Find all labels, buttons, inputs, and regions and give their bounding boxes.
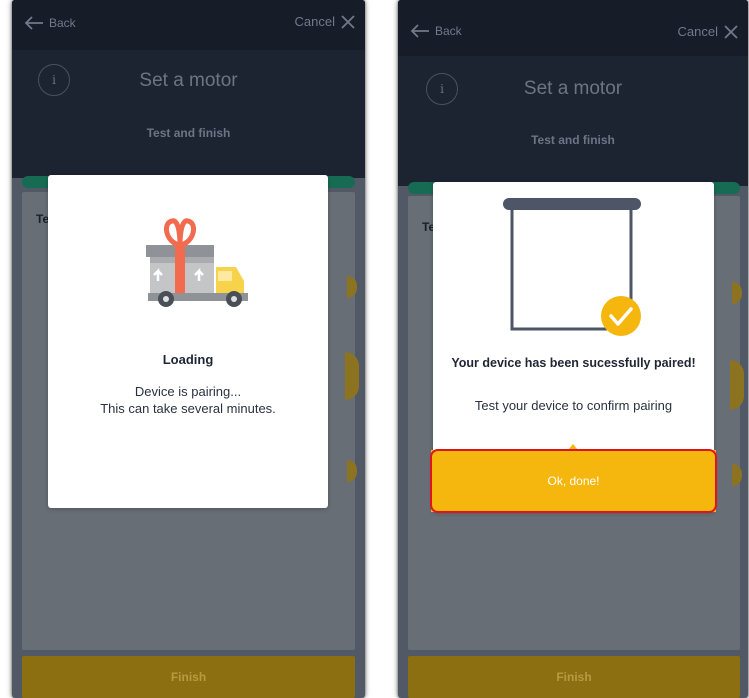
arrow-left-icon [410, 24, 429, 38]
back-label: Back [49, 16, 76, 30]
page-subtitle: Test and finish [146, 126, 231, 140]
cancel-label: Cancel [677, 24, 718, 39]
phone-screen-paired: Back Cancel i Set a motor Test and finis… [398, 0, 748, 698]
finish-button[interactable]: Finish [408, 656, 740, 698]
page-subtitle: Test and finish [531, 133, 615, 147]
back-button[interactable]: Back [24, 16, 76, 30]
control-knob-up[interactable] [347, 276, 357, 298]
paired-message: Test your device to confirm pairing [474, 398, 673, 413]
paired-title: Your device has been sucessfully paired! [451, 356, 696, 370]
app-header: Back Cancel i Set a motor Test and finis… [398, 0, 748, 186]
delivery-truck-gift-icon [146, 218, 248, 307]
loading-line-1: Device is pairing... [134, 384, 242, 399]
page-title: Set a motor [139, 70, 238, 91]
back-button[interactable]: Back [410, 24, 462, 38]
control-knob-down[interactable] [347, 460, 357, 482]
app-header: Back Cancel i Set a motor Test and finis… [12, 0, 365, 178]
cancel-button[interactable]: Cancel [295, 14, 355, 29]
arrow-left-icon [24, 16, 43, 30]
top-bar: Back Cancel [12, 0, 365, 50]
control-knob-stop[interactable] [345, 352, 359, 400]
close-icon [724, 24, 738, 39]
highlight-annotation-box [430, 449, 717, 513]
cancel-label: Cancel [294, 14, 335, 29]
loading-line-2: This can take several minutes. [100, 400, 276, 416]
roller-shade-check-icon [503, 198, 641, 336]
control-knob-stop[interactable] [730, 360, 744, 410]
close-icon [341, 14, 355, 29]
loading-title: Loading [162, 352, 214, 367]
cancel-button[interactable]: Cancel [678, 24, 738, 39]
control-knob-down[interactable] [732, 464, 742, 486]
loading-message: Device is pairing... This can take sever… [48, 384, 328, 418]
top-bar: Back Cancel [398, 0, 748, 56]
finish-button[interactable]: Finish [22, 656, 355, 698]
loading-modal: Loading Device is pairing... This can ta… [48, 175, 328, 508]
back-label: Back [435, 24, 462, 38]
phone-screen-loading: Back Cancel i Set a motor Test and finis… [12, 0, 365, 698]
screenshot-stage: Back Cancel i Set a motor Test and finis… [0, 0, 749, 698]
page-title: Set a motor [523, 78, 623, 99]
control-knob-up[interactable] [732, 282, 742, 304]
